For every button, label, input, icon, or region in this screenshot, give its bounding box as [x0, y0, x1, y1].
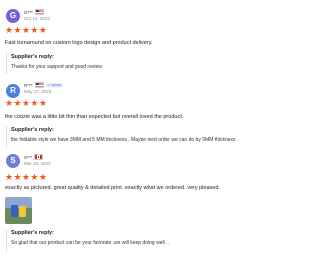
review-date: May 17, 2023 — [24, 89, 52, 94]
us-flag-icon — [34, 8, 44, 16]
ca-flag-icon — [34, 153, 44, 161]
review-text: Fast turnaround on custom logo design an… — [5, 40, 153, 46]
star-rating: ★★★★★ — [5, 172, 48, 182]
koozie-blue — [11, 205, 18, 217]
review-card: G G*** Oct 14, 2023 ★★★★★ Fast turnaroun… — [0, 0, 300, 80]
supplier-reply-text: Thanks for your support and good review — [11, 64, 102, 70]
review-date: Mar 15, 2023 — [24, 161, 51, 166]
avatar: R — [6, 84, 20, 98]
supplier-reply-title: Supplier's reply: — [11, 230, 54, 236]
reply-divider — [6, 126, 7, 148]
review-photo-thumbnail[interactable] — [5, 197, 32, 224]
supplier-reply-title: Supplier's reply: — [11, 54, 54, 60]
reviewer-name: R*** — [24, 82, 33, 88]
koozie-yellow — [19, 206, 26, 217]
review-card: R R*** ✓ Verified May 17, 2023 ★★★★★ the… — [0, 80, 300, 150]
reviewer-row: G*** — [24, 8, 44, 16]
review-text: the coozie was a little bit thin than ex… — [5, 114, 184, 120]
reviewer-row: S*** — [24, 153, 44, 161]
us-flag-icon — [34, 81, 44, 89]
reviewer-row: R*** ✓ Verified — [24, 81, 64, 89]
supplier-reply-text: the foldable style we have 3MM and 5 MM … — [11, 137, 239, 143]
check-icon: ✓ — [47, 83, 51, 87]
reviewer-name: G*** — [24, 9, 33, 15]
supplier-reply-text: So glad that our product can be your fav… — [11, 240, 169, 246]
reviewer-name: S*** — [24, 154, 33, 160]
verified-badge: ✓ Verified — [45, 82, 64, 88]
avatar: S — [6, 154, 20, 168]
review-text: exactly as pictured. great quality & det… — [5, 185, 220, 191]
review-date: Oct 14, 2023 — [24, 16, 50, 21]
avatar: G — [6, 9, 20, 23]
reply-divider — [6, 52, 7, 74]
badge-label: Verified — [51, 83, 62, 87]
star-rating: ★★★★★ — [5, 98, 48, 108]
supplier-reply-title: Supplier's reply: — [11, 127, 54, 133]
review-card: S S*** Mar 15, 2023 ★★★★★ exactly as pic… — [0, 150, 300, 256]
reply-divider — [6, 230, 7, 252]
star-rating: ★★★★★ — [5, 25, 48, 35]
